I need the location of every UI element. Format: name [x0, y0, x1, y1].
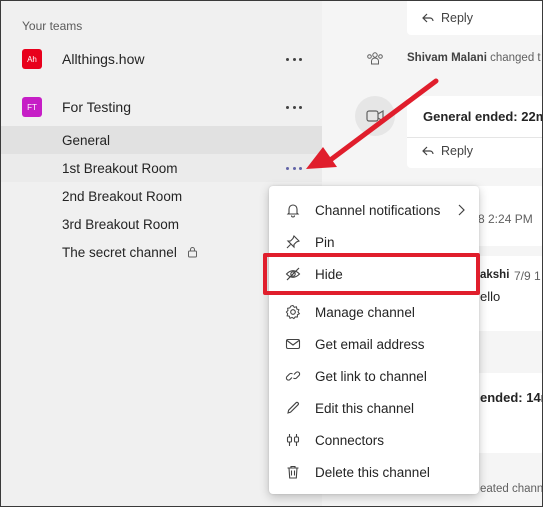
- teams-window: Your teams Ah Allthings.how FT For Testi…: [0, 0, 543, 507]
- annotation-arrow: [306, 78, 439, 169]
